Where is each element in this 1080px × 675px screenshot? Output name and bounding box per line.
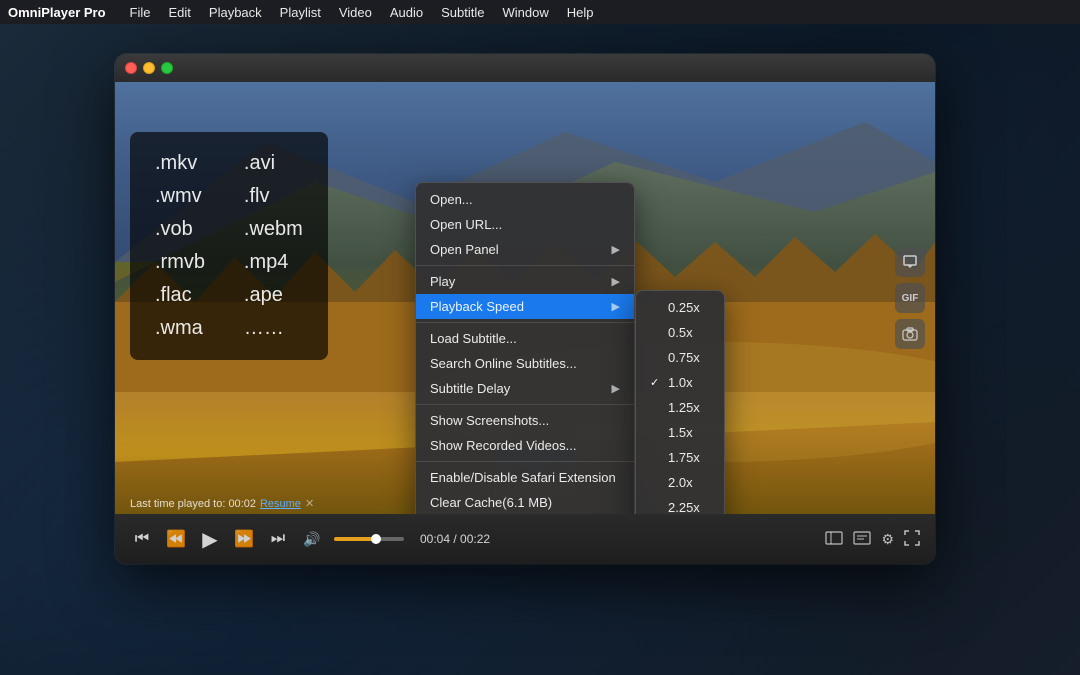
speed-arrow: ▶	[612, 300, 620, 313]
minimize-button[interactable]	[143, 62, 155, 74]
volume-icon[interactable]: 🔊	[300, 527, 324, 551]
resume-bar: Last time played to: 00:02 Resume ✕	[130, 497, 314, 510]
context-menu: Open... Open URL... Open Panel ▶ Play ▶ …	[415, 182, 635, 514]
controls-bar: ⏮ ⏪ ▶ ⏩ ⏭ 🔊 00:04 / 00:22	[115, 514, 935, 564]
speed-item-1.0x[interactable]: ✓1.0x	[636, 370, 724, 395]
video-area: .mkv .avi .wmv .flv .vob .webm .rmvb .mp…	[115, 82, 935, 514]
menu-sep-3	[416, 404, 634, 405]
format-wmv: .wmv	[155, 185, 214, 208]
resume-text: Last time played to: 00:02	[130, 498, 256, 510]
skip-forward-button[interactable]: ⏭	[266, 527, 290, 551]
player-window: .mkv .avi .wmv .flv .vob .webm .rmvb .mp…	[115, 54, 935, 564]
menu-bar: OmniPlayer Pro File Edit Playback Playli…	[0, 0, 1080, 24]
camera-icon[interactable]	[895, 319, 925, 349]
screen-mode-icon[interactable]	[825, 531, 843, 548]
volume-slider[interactable]	[334, 537, 404, 541]
menu-sep-1	[416, 265, 634, 266]
fast-forward-button[interactable]: ⏩	[232, 527, 256, 551]
menu-open-panel[interactable]: Open Panel ▶	[416, 237, 634, 262]
menu-screenshots[interactable]: Show Screenshots...	[416, 408, 634, 433]
format-avi: .avi	[244, 152, 303, 175]
maximize-button[interactable]	[161, 62, 173, 74]
speed-item-1.5x[interactable]: 1.5x	[636, 420, 724, 445]
subtitle-icon[interactable]	[853, 531, 871, 548]
play-arrow: ▶	[612, 275, 620, 288]
formats-overlay: .mkv .avi .wmv .flv .vob .webm .rmvb .mp…	[130, 132, 328, 360]
gif-icon[interactable]: GIF	[895, 283, 925, 313]
menu-search-subtitles[interactable]: Search Online Subtitles...	[416, 351, 634, 376]
format-mkv: .mkv	[155, 152, 214, 175]
format-vob: .vob	[155, 218, 214, 241]
menu-clear-cache[interactable]: Clear Cache(6.1 MB)	[416, 490, 634, 514]
menu-audio[interactable]: Audio	[382, 3, 431, 22]
menu-file[interactable]: File	[122, 3, 159, 22]
format-webm: .webm	[244, 218, 303, 241]
menu-bar-items: File Edit Playback Playlist Video Audio …	[122, 3, 602, 22]
speed-item-0.25x[interactable]: 0.25x	[636, 295, 724, 320]
menu-subtitle[interactable]: Subtitle	[433, 3, 492, 22]
play-button[interactable]: ▶	[198, 527, 222, 551]
menu-recorded-videos[interactable]: Show Recorded Videos...	[416, 433, 634, 458]
menu-safari-ext[interactable]: Enable/Disable Safari Extension	[416, 465, 634, 490]
menu-edit[interactable]: Edit	[161, 3, 199, 22]
title-bar	[115, 54, 935, 82]
time-display: 00:04 / 00:22	[420, 532, 490, 546]
subtitle-delay-arrow: ▶	[612, 382, 620, 395]
skip-back-button[interactable]: ⏮	[130, 527, 154, 551]
format-rmvb: .rmvb	[155, 251, 214, 274]
speed-item-2.0x[interactable]: 2.0x	[636, 470, 724, 495]
menu-sep-4	[416, 461, 634, 462]
speed-item-1.25x[interactable]: 1.25x	[636, 395, 724, 420]
menu-playback[interactable]: Playback	[201, 3, 270, 22]
menu-video[interactable]: Video	[331, 3, 380, 22]
resume-close-icon[interactable]: ✕	[305, 497, 314, 510]
speed-item-2.25x[interactable]: 2.25x	[636, 495, 724, 514]
speed-item-1.75x[interactable]: 1.75x	[636, 445, 724, 470]
settings-icon[interactable]: ⚙	[881, 531, 894, 548]
menu-load-subtitle[interactable]: Load Subtitle...	[416, 326, 634, 351]
traffic-lights	[125, 62, 173, 74]
speed-item-0.5x[interactable]: 0.5x	[636, 320, 724, 345]
menu-sep-2	[416, 322, 634, 323]
desktop: .mkv .avi .wmv .flv .vob .webm .rmvb .mp…	[0, 24, 1080, 675]
menu-window[interactable]: Window	[494, 3, 556, 22]
format-more: ……	[244, 317, 303, 340]
menu-help[interactable]: Help	[559, 3, 602, 22]
format-flac: .flac	[155, 284, 214, 307]
menu-subtitle-delay[interactable]: Subtitle Delay ▶	[416, 376, 634, 401]
app-name[interactable]: OmniPlayer Pro	[8, 5, 106, 20]
menu-open[interactable]: Open...	[416, 187, 634, 212]
format-wma: .wma	[155, 317, 214, 340]
airplay-icon[interactable]	[895, 247, 925, 277]
rewind-button[interactable]: ⏪	[164, 527, 188, 551]
open-panel-arrow: ▶	[612, 243, 620, 256]
menu-playlist[interactable]: Playlist	[272, 3, 329, 22]
fullscreen-icon[interactable]	[904, 530, 920, 549]
close-button[interactable]	[125, 62, 137, 74]
format-flv: .flv	[244, 185, 303, 208]
sidebar-icons: GIF	[895, 247, 925, 349]
menu-open-url[interactable]: Open URL...	[416, 212, 634, 237]
speed-item-0.75x[interactable]: 0.75x	[636, 345, 724, 370]
format-ape: .ape	[244, 284, 303, 307]
format-mp4: .mp4	[244, 251, 303, 274]
speed-submenu: 0.25x0.5x0.75x✓1.0x1.25x1.5x1.75x2.0x2.2…	[635, 290, 725, 514]
menu-play[interactable]: Play ▶	[416, 269, 634, 294]
volume-thumb	[371, 534, 381, 544]
resume-link[interactable]: Resume	[260, 498, 301, 510]
menu-playback-speed[interactable]: Playback Speed ▶ 0.25x0.5x0.75x✓1.0x1.25…	[416, 294, 634, 319]
